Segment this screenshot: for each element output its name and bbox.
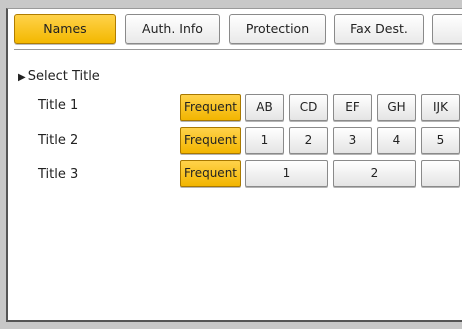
tab-divider [14,49,462,50]
title-2-label: Title 2 [38,133,79,148]
tab-protection[interactable]: Protection [229,14,326,44]
title-2-key-2[interactable]: 2 [289,127,328,154]
frame-top [0,0,462,8]
frame-bottom [0,322,462,329]
title-3-key-1[interactable]: 1 [245,160,328,187]
title-2-key-3[interactable]: 3 [333,127,372,154]
title-1-key-ef[interactable]: EF [333,94,372,121]
title-1-key-gh[interactable]: GH [377,94,416,121]
title-3-key-2[interactable]: 2 [333,160,416,187]
tab-strip: Names Auth. Info Protection Fax Dest. [14,14,462,50]
tab-names[interactable]: Names [14,14,116,44]
title-2-key-1[interactable]: 1 [245,127,284,154]
title-3-frequent-button[interactable]: Frequent [180,160,241,187]
title-1-key-ijk[interactable]: IJK [421,94,460,121]
title-2-key-4[interactable]: 4 [377,127,416,154]
tab-auth-info[interactable]: Auth. Info [125,14,220,44]
title-2-key-5[interactable]: 5 [421,127,460,154]
title-3-label: Title 3 [38,167,79,182]
tab-next[interactable] [432,14,462,44]
title-1-label: Title 1 [38,98,79,113]
tab-fax-dest[interactable]: Fax Dest. [334,14,424,44]
title-3-key-next[interactable] [421,160,460,187]
triangle-right-icon: ▶ [18,72,26,83]
select-title-heading: ▶ Select Title [18,69,100,84]
title-1-frequent-button[interactable]: Frequent [180,94,241,121]
title-1-key-cd[interactable]: CD [289,94,328,121]
select-title-label: Select Title [27,69,100,84]
title-2-frequent-button[interactable]: Frequent [180,127,241,154]
title-1-key-ab[interactable]: AB [245,94,284,121]
address-book-screen: Names Auth. Info Protection Fax Dest. ▶ S… [0,0,462,329]
